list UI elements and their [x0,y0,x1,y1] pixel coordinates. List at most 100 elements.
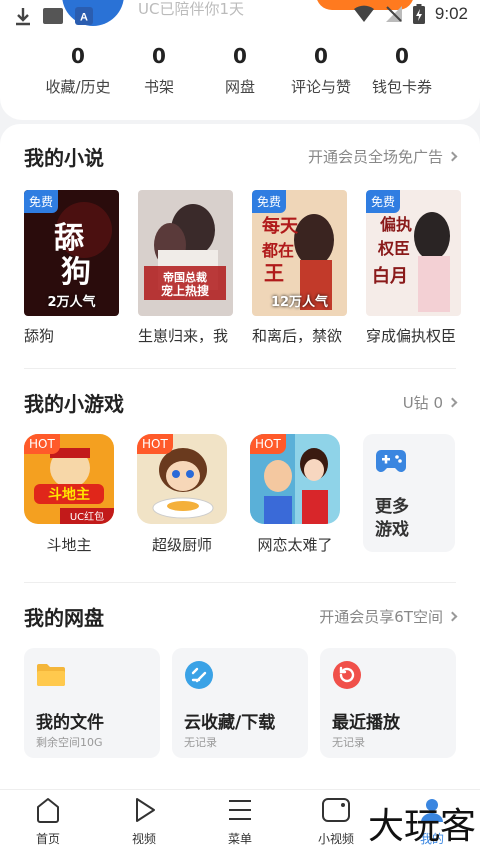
nav-label: 小视频 [317,832,354,846]
recent-play-card[interactable]: 最近播放 无记录 [320,648,456,758]
disk-cards: 我的文件 剩余空间10G 云收藏/下载 无记录 最近播放 无记录 [24,648,456,758]
novel-item[interactable]: 舔 狗 免费 2万人气 舔狗 [24,190,119,346]
divider [24,368,456,369]
disk-header: 我的网盘 开通会员享6T空间 [24,602,458,631]
stat-value: 0 [233,44,247,68]
svg-text:舔: 舔 [54,221,85,256]
nav-label: 视频 [131,832,156,846]
free-badge: 免费 [24,190,59,213]
novel-title: 生崽归来，我 [138,327,229,345]
svg-text:都在: 都在 [261,241,294,260]
novel-item[interactable]: 偏执 权臣 白月 免费 穿成偏执权臣 [366,190,461,346]
svg-text:A: A [80,12,88,24]
link-text: U钻 0 [402,394,443,412]
status-bar: A 9:02 [0,0,480,34]
game-title: 超级厨师 [151,536,212,554]
hot-badge: HOT [250,434,286,454]
game-title: 斗地主 [46,536,92,554]
novel-cover-art: 帝国总裁 宠上热搜 [138,190,233,316]
uc-app-icon: A [75,7,93,25]
app-notification-icon [43,8,63,24]
watermark-logo: 大玩客 [367,806,476,847]
novel-item[interactable]: 帝国总裁 宠上热搜 生崽归来，我 [138,190,233,346]
stat-label: 收藏/历史 [45,78,111,96]
novel-cover: 偏执 权臣 白月 免费 [366,190,461,316]
games-list: 斗地主 UC红包 HOT 斗地主 HOT 超级厨师 HOT 网恋太难了 更多游戏 [24,434,455,555]
stat-comments-likes[interactable]: 0 评论与赞 [281,44,361,97]
nav-video[interactable]: 视频 [96,790,192,853]
stat-value: 0 [314,44,328,68]
disk-card-subtitle: 无记录 [184,736,217,749]
nav-label: 菜单 [227,832,252,846]
svg-text:白月: 白月 [372,265,408,287]
disk-card-title: 云收藏/下载 [184,713,276,733]
divider [24,582,456,583]
popularity-label: 2万人气 [47,295,96,310]
stat-label: 钱包卡券 [371,78,432,96]
stat-value: 0 [71,44,85,68]
no-signal-icon [385,6,402,22]
stats-row: 0 收藏/历史 0 书架 0 网盘 0 评论与赞 0 钱包卡券 [38,44,442,97]
svg-text:偏执: 偏执 [380,215,412,234]
section-title: 我的网盘 [24,606,104,630]
svg-text:帝国总裁: 帝国总裁 [163,270,207,284]
popularity-label: 12万人气 [270,295,329,310]
novel-title: 舔狗 [24,327,55,345]
stat-bookshelf[interactable]: 0 书架 [119,44,199,97]
novels-list: 舔 狗 免费 2万人气 舔狗 帝国总裁 宠上热搜 生崽归来，我 每天 都在 王 … [24,190,461,346]
disk-card-subtitle: 无记录 [332,736,365,749]
svg-text:宠上热搜: 宠上热搜 [161,283,210,298]
link-text: 开通会员全场免广告 [307,148,443,166]
stat-label: 网盘 [224,78,255,96]
game-item[interactable]: HOT 网恋太难了 [250,434,340,555]
svg-text:王: 王 [264,261,284,285]
battery-icon [412,4,425,24]
nav-menu[interactable]: 菜单 [192,790,288,853]
gamepad-icon [376,450,406,472]
chevron-right-icon [447,397,458,408]
nav-home[interactable]: 首页 [0,790,96,853]
game-icon: HOT [250,434,340,524]
games-header: 我的小游戏 U钻 0 [24,388,458,417]
stat-favorites-history[interactable]: 0 收藏/历史 [38,44,118,97]
short-video-icon [322,798,350,822]
more-games-button[interactable]: 更多游戏 [363,434,455,552]
stat-wallet-coupons[interactable]: 0 钱包卡券 [362,44,442,97]
more-games-label: 更多游戏 [375,497,409,540]
novels-vip-link[interactable]: 开通会员全场免广告 [307,146,458,167]
svg-text:每天: 每天 [262,215,299,237]
novel-title: 和离后，禁欲 [252,327,343,345]
novel-item[interactable]: 每天 都在 王 免费 12万人气 和离后，禁欲 [252,190,347,346]
recent-play-icon [333,661,361,689]
cloud-collect-icon [185,661,213,689]
link-text: 开通会员享6T空间 [319,608,443,626]
folder-icon [37,664,65,686]
nav-label: 首页 [35,832,60,846]
chevron-right-icon [447,611,458,622]
my-files-card[interactable]: 我的文件 剩余空间10G [24,648,160,758]
stat-label: 评论与赞 [290,78,351,96]
novels-header: 我的小说 开通会员全场免广告 [24,142,458,171]
game-item[interactable]: 斗地主 UC红包 HOT 斗地主 [24,434,114,555]
stat-cloud-disk[interactable]: 0 网盘 [200,44,280,97]
wifi-icon [353,5,374,22]
hot-badge: HOT [24,434,60,454]
novel-title: 穿成偏执权臣 [366,327,457,345]
free-badge: 免费 [252,190,287,213]
disk-vip-link[interactable]: 开通会员享6T空间 [319,606,458,627]
stat-label: 书架 [143,78,174,96]
game-icon: HOT [137,434,227,524]
download-icon [16,8,30,26]
u-diamond-link[interactable]: U钻 0 [402,392,458,413]
disk-card-title: 我的文件 [36,713,104,733]
novel-cover: 舔 狗 免费 2万人气 [24,190,119,316]
disk-card-subtitle: 剩余空间10G [36,736,103,749]
svg-text:狗: 狗 [61,255,91,290]
cloud-collect-card[interactable]: 云收藏/下载 无记录 [172,648,308,758]
stat-value: 0 [152,44,166,68]
menu-icon [229,800,251,820]
novel-cover: 帝国总裁 宠上热搜 [138,190,233,316]
game-icon-text: 斗地主 [48,486,90,503]
game-item[interactable]: HOT 超级厨师 [137,434,227,555]
game-icon: 斗地主 UC红包 HOT [24,434,114,524]
